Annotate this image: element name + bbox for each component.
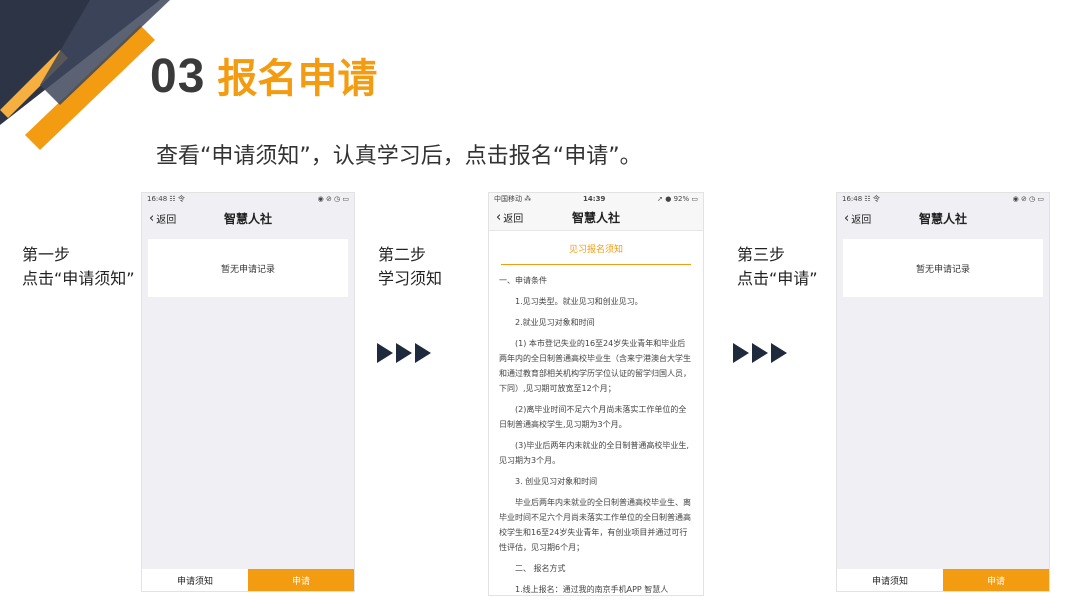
step-3-label: 第三步 点击“申请” — [737, 243, 818, 291]
tab-application-notice[interactable]: 申请须知 — [142, 569, 248, 591]
status-bar: 中国移动 ⁂ 14:39 ➚ ● 92% ▭ — [489, 193, 703, 205]
step-1-label: 第一步 点击“申请须知” — [22, 243, 135, 291]
next-step-arrows — [733, 343, 787, 363]
empty-state-text: 暂无申请记录 — [915, 264, 970, 275]
status-left: 16:48 ☷ 令 — [842, 195, 880, 203]
step-description: 点击“申请” — [737, 269, 818, 288]
back-button[interactable]: ‹ 返回 — [149, 211, 176, 226]
status-icons: ◉ ⊘ ◷ ▭ — [317, 195, 349, 203]
back-button[interactable]: ‹ 返回 — [496, 210, 523, 225]
play-arrow-icon — [752, 343, 768, 363]
step-number: 第一步 — [22, 245, 71, 264]
instruction-text: 查看“申请须知”，认真学习后，点击报名“申请”。 — [156, 144, 642, 169]
document-title: 见习报名须知 — [501, 239, 691, 265]
step-description: 学习须知 — [378, 269, 443, 288]
slide: 03 报名申请 查看“申请须知”，认真学习后，点击报名“申请”。 第一步 点击“… — [0, 0, 1080, 608]
nav-bar: ‹ 返回 智慧人社 — [837, 205, 1049, 231]
section-heading: 一、申请条件 — [499, 276, 547, 285]
bottom-tab-bar: 申请须知 申请 — [837, 569, 1049, 591]
status-bar: 16:48 ☷ 令 ◉ ⊘ ◷ ▭ — [142, 193, 354, 205]
paragraph: 1.线上报名：通过我的南京手机APP 智慧人 — [515, 585, 669, 594]
paragraph: 毕业后两年内未就业的全日制普通高校毕业生、离毕业时间不足六个月尚未落实工作单位的… — [499, 498, 691, 552]
notice-document: 见习报名须知 一、申请条件 1.见习类型。就业见习和创业见习。 2.就业见习对象… — [489, 231, 703, 595]
empty-state-card: 暂无申请记录 — [843, 239, 1043, 297]
paragraph: 2.就业见习对象和时间 — [515, 318, 595, 327]
nav-bar: ‹ 返回 智慧人社 — [489, 205, 703, 231]
section-heading: 二、 报名方式 — [515, 564, 566, 573]
tab-apply[interactable]: 申请 — [943, 569, 1049, 591]
back-label: 返回 — [851, 214, 872, 226]
status-icons: ◉ ⊘ ◷ ▭ — [1012, 195, 1044, 203]
nav-bar: ‹ 返回 智慧人社 — [142, 205, 354, 231]
status-carrier: 中国移动 ⁂ — [494, 195, 532, 203]
step-description: 点击“申请须知” — [22, 269, 135, 288]
status-left: 16:48 ☷ 令 — [147, 195, 185, 203]
heading-number: 03 — [150, 50, 206, 103]
next-step-arrows — [377, 343, 431, 363]
phone-screen-step1: 16:48 ☷ 令 ◉ ⊘ ◷ ▭ ‹ 返回 智慧人社 暂无申请记录 申请须知 … — [141, 192, 355, 592]
status-icons: ➚ ● 92% ▭ — [657, 195, 698, 203]
phone-screen-step2: 中国移动 ⁂ 14:39 ➚ ● 92% ▭ ‹ 返回 智慧人社 见习报名须知 … — [488, 192, 704, 596]
page-heading: 03 报名申请 — [150, 46, 377, 106]
tab-application-notice[interactable]: 申请须知 — [837, 569, 943, 591]
paragraph: (3)毕业后两年内未就业的全日制普通高校毕业生,见习期为3个月。 — [499, 441, 689, 465]
status-bar: 16:48 ☷ 令 ◉ ⊘ ◷ ▭ — [837, 193, 1049, 205]
play-arrow-icon — [415, 343, 431, 363]
status-time: 14:39 — [583, 195, 606, 203]
chevron-left-icon: ‹ — [149, 210, 155, 226]
play-arrow-icon — [733, 343, 749, 363]
bottom-tab-bar: 申请须知 申请 — [142, 569, 354, 591]
paragraph: 3. 创业见习对象和时间 — [515, 477, 598, 486]
paragraph: (1) 本市登记失业的16至24岁失业青年和毕业后两年内的全日制普通高校毕业生（… — [499, 339, 691, 393]
back-button[interactable]: ‹ 返回 — [844, 211, 871, 226]
paragraph: 1.见习类型。就业见习和创业见习。 — [515, 297, 643, 306]
empty-state-text: 暂无申请记录 — [220, 264, 275, 275]
play-arrow-icon — [377, 343, 393, 363]
play-arrow-icon — [396, 343, 412, 363]
chevron-left-icon: ‹ — [496, 210, 502, 225]
paragraph: (2)离毕业时间不足六个月尚未落实工作单位的全日制普通高校学生,见习期为3个月。 — [499, 405, 687, 429]
step-2-label: 第二步 学习须知 — [378, 243, 442, 291]
step-number: 第三步 — [737, 245, 786, 264]
back-label: 返回 — [156, 214, 177, 226]
play-arrow-icon — [771, 343, 787, 363]
phone-screen-step3: 16:48 ☷ 令 ◉ ⊘ ◷ ▭ ‹ 返回 智慧人社 暂无申请记录 申请须知 … — [836, 192, 1050, 592]
empty-state-card: 暂无申请记录 — [148, 239, 348, 297]
chevron-left-icon: ‹ — [844, 210, 850, 226]
back-label: 返回 — [503, 214, 524, 225]
tab-apply[interactable]: 申请 — [248, 569, 354, 591]
heading-title: 报名申请 — [217, 56, 378, 102]
step-number: 第二步 — [378, 245, 427, 264]
